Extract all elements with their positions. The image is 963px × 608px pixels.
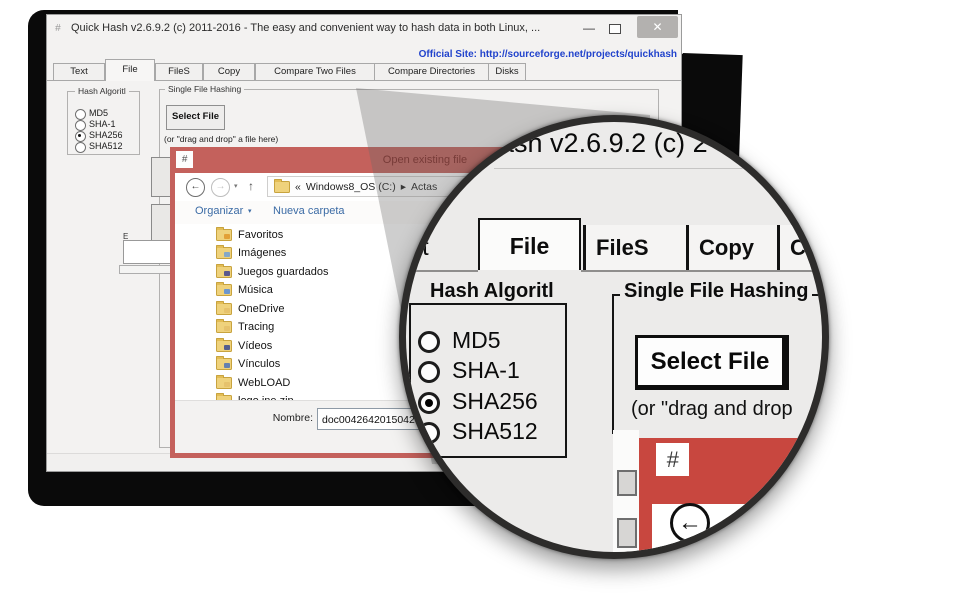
magnified-radio-sha512-label[interactable]: SHA512 xyxy=(452,418,538,445)
magnified-single-label: Single File Hashing xyxy=(620,280,812,303)
radio-md5-label[interactable]: MD5 xyxy=(89,108,108,118)
folder-icon xyxy=(216,229,232,241)
folder-icon xyxy=(216,358,232,370)
magnified-field-fragment xyxy=(617,518,637,548)
folder-icon xyxy=(216,247,232,259)
folder-icon xyxy=(216,284,232,296)
page-background-patch xyxy=(678,4,724,54)
radio-sha512-label[interactable]: SHA512 xyxy=(89,141,123,151)
magnified-radio-sha512[interactable] xyxy=(418,422,440,444)
folder-icon xyxy=(216,340,232,352)
radio-sha512[interactable] xyxy=(75,142,86,153)
radio-sha256-label[interactable]: SHA256 xyxy=(89,130,123,140)
radio-sha1-label[interactable]: SHA-1 xyxy=(89,119,116,129)
history-dropdown-icon[interactable]: ▾ xyxy=(234,182,238,190)
new-folder-button[interactable]: Nueva carpeta xyxy=(273,205,345,217)
magnified-divider xyxy=(494,168,829,169)
window-title: Quick Hash v2.6.9.2 (c) 2011-2016 - The … xyxy=(71,22,540,34)
organize-caret-icon: ▾ xyxy=(248,207,252,215)
radio-sha256[interactable] xyxy=(75,131,86,142)
back-icon[interactable]: ← xyxy=(186,178,205,197)
magnified-radio-md5-label[interactable]: MD5 xyxy=(452,327,501,354)
tab-file[interactable]: File xyxy=(105,59,155,81)
magnified-hash-label: Hash Algoritl xyxy=(426,280,558,303)
up-icon[interactable]: ↑ xyxy=(248,179,254,193)
magnified-tab-compare[interactable]: C xyxy=(777,225,829,270)
tab-compare-directories[interactable]: Compare Directories xyxy=(374,63,489,80)
tab-copy[interactable]: Copy xyxy=(203,63,255,80)
official-site-link[interactable]: Official Site: http://sourceforge.net/pr… xyxy=(419,49,677,60)
tab-disks[interactable]: Disks xyxy=(488,63,526,80)
radio-sha1[interactable] xyxy=(75,120,86,131)
folder-icon xyxy=(216,303,232,315)
app-icon: # xyxy=(55,23,61,34)
field-fragment-input[interactable] xyxy=(123,240,171,264)
drag-drop-hint: (or "drag and drop" a file here) xyxy=(164,134,278,144)
folder-icon xyxy=(216,377,232,389)
single-file-label: Single File Hashing xyxy=(165,84,244,94)
dialog-app-icon: # xyxy=(176,151,193,168)
magnified-window-title: hash v2.6.9.2 (c) 2 xyxy=(484,128,708,159)
folder-icon xyxy=(216,321,232,333)
radio-md5[interactable] xyxy=(75,109,86,120)
magnified-single-groupbox-left xyxy=(612,294,614,434)
maximize-button[interactable] xyxy=(609,24,621,34)
tab-files[interactable]: FileS xyxy=(155,63,203,80)
breadcrumb-prefix[interactable]: « xyxy=(295,181,301,193)
forward-icon[interactable]: → xyxy=(211,178,230,197)
magnified-tabstrip-baseline xyxy=(406,270,478,272)
close-button[interactable]: ✕ xyxy=(637,16,678,38)
magnified-dialog-border xyxy=(639,504,652,559)
magnified-drag-drop-hint: (or "drag and drop xyxy=(631,398,793,421)
magnified-radio-sha256[interactable] xyxy=(418,392,440,414)
magnified-radio-sha256-label[interactable]: SHA256 xyxy=(452,388,538,415)
tab-text[interactable]: Text xyxy=(53,63,105,80)
magnified-radio-sha1-label[interactable]: SHA-1 xyxy=(452,357,520,384)
magnified-tab-copy[interactable]: Copy xyxy=(686,225,777,270)
magnified-back-icon[interactable]: ← xyxy=(670,503,710,543)
magnifier-lens: hash v2.6.9.2 (c) 2 ext File FileS Copy … xyxy=(399,115,829,559)
folder-icon xyxy=(216,266,232,278)
minimize-button[interactable]: — xyxy=(583,21,595,35)
hash-algorithm-label: Hash Algoritl xyxy=(75,86,129,96)
organize-menu[interactable]: Organizar xyxy=(195,205,243,217)
select-file-button[interactable]: Select File xyxy=(166,105,225,130)
magnified-dialog-icon: # xyxy=(656,443,689,476)
tab-compare-two-files[interactable]: Compare Two Files xyxy=(255,63,375,80)
magnified-select-file-button[interactable]: Select File xyxy=(635,335,789,390)
field-fragment-bar xyxy=(119,265,175,274)
magnified-radio-sha1[interactable] xyxy=(418,361,440,383)
magnified-radio-md5[interactable] xyxy=(418,331,440,353)
filename-label: Nombre: xyxy=(235,412,313,424)
folder-icon xyxy=(274,181,290,193)
magnified-field-fragment xyxy=(617,470,637,496)
magnified-tab-files[interactable]: FileS xyxy=(583,225,686,270)
magnified-tabstrip-baseline xyxy=(581,270,829,272)
magnified-tab-file[interactable]: File xyxy=(478,218,581,270)
page: { "main_window": { "icon": "#", "title":… xyxy=(0,0,963,608)
